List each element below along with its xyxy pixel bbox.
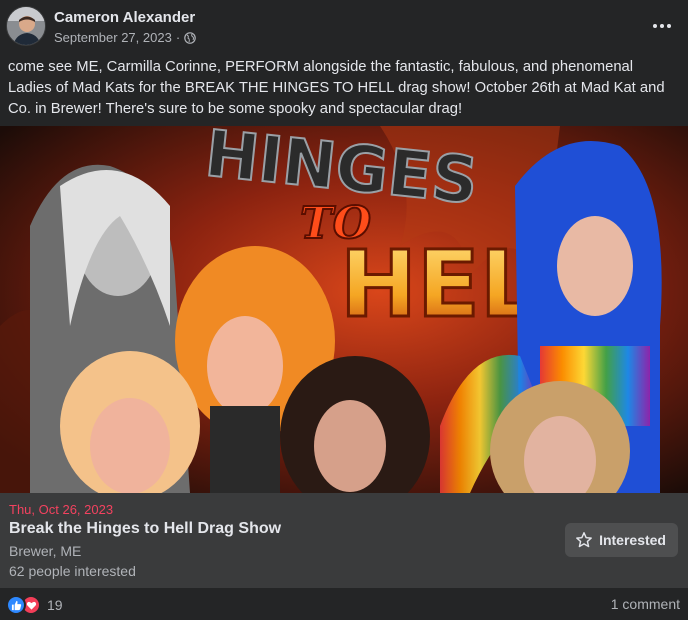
star-icon [576,532,592,548]
post-date[interactable]: September 27, 2023 [54,30,172,45]
post-header: Cameron Alexander September 27, 2023 · [0,0,688,52]
event-cover-image[interactable]: HINGES TO HELL [0,126,688,493]
interested-button[interactable]: Interested [565,523,678,557]
facebook-post: Cameron Alexander September 27, 2023 · c… [0,0,688,620]
meta-separator: · [175,30,181,45]
author-avatar[interactable] [6,6,46,46]
like-icon [6,595,26,615]
avatar-image [7,7,45,45]
more-horizontal-icon [653,24,671,28]
reaction-count: 19 [47,597,63,613]
post-caption: come see ME, Carmilla Corinne, PERFORM a… [8,59,665,117]
event-poster: HINGES TO HELL [0,126,688,493]
event-title[interactable]: Break the Hinges to Hell Drag Show [9,520,281,538]
author-name[interactable]: Cameron Alexander [54,9,195,26]
reaction-summary[interactable]: 19 [6,595,63,615]
event-card[interactable]: Thu, Oct 26, 2023 Break the Hinges to He… [0,493,688,588]
event-date: Thu, Oct 26, 2023 [9,502,114,517]
event-interested-count: 62 people interested [9,563,136,579]
post-footer: 19 1 comment [0,588,688,620]
post-meta: September 27, 2023 · [54,30,196,45]
interested-button-label: Interested [599,532,666,548]
event-location: Brewer, ME [9,543,82,559]
comment-count-link[interactable]: 1 comment [611,596,680,612]
more-options-button[interactable] [648,12,676,40]
globe-icon [184,31,196,44]
